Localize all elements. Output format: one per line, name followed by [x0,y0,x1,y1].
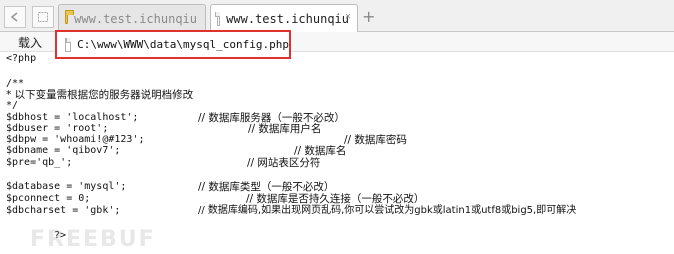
dbname-comment: // 数据库名 [294,145,347,157]
php-open-tag: <?php [6,53,37,64]
comment-description: * 以下变量需根据您的服务器说明档修改 [6,89,194,101]
comment-end: */ [6,100,19,111]
database-comment: // 数据库类型（一般不必改） [198,181,335,193]
file-path-field[interactable]: C:\www\WWW\data\mysql_config.php [55,30,291,59]
tab-active[interactable]: www.test.ichunqiu ✕ [210,4,358,33]
database-line: $database = 'mysql'; [6,181,127,192]
close-icon[interactable]: ✕ [345,11,351,22]
folder-icon [65,10,75,24]
load-button[interactable]: 载入 [8,33,52,51]
watermark-logo: FREEBUF [30,227,156,252]
pconnect-line: $pconnect = 0; [6,193,91,204]
back-icon[interactable] [4,6,26,28]
dbpw-comment: // 数据库密码 [344,134,407,146]
new-tab-button[interactable]: + [362,7,375,26]
file-path-text: C:\www\WWW\data\mysql_config.php [77,38,289,51]
tab-label: www.test.ichunqiu [74,11,197,26]
tab-inactive[interactable]: www.test.ichunqiu [58,4,206,32]
pre-comment: // 网站表区分符 [247,157,321,169]
document-icon [65,37,72,52]
dbcharset-comment: // 数据库编码,如果出现网页乱码,你可以尝试改为gbk或latin1或utf8… [198,205,577,216]
dbname-line: $dbname = 'qibov7'; [6,145,121,156]
dbuser-comment: // 数据库用户名 [248,123,322,135]
dbcharset-line: $dbcharset = 'gbk'; [6,205,121,216]
address-bar: 载入 C:\www\WWW\data\mysql_config.php [0,30,674,59]
tab-label: www.test.ichunqiu [226,12,349,26]
tab-bar: www.test.ichunqiu www.test.ichunqiu ✕ + [0,0,674,33]
pre-line: $pre='qb_'; [6,157,73,168]
document-icon [215,12,221,26]
pconnect-comment: // 数据库是否持久连接（一般不必改） [246,193,425,205]
grid-icon[interactable] [32,6,54,28]
